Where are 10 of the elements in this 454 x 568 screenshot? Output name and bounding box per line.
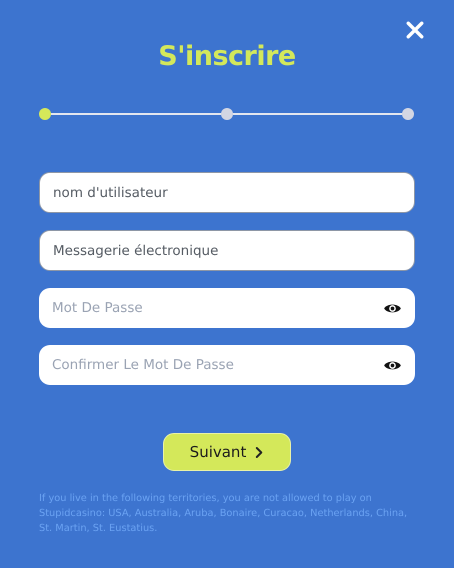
chevron-icon (255, 446, 264, 458)
input-field[interactable]: Messagerie électronique (39, 230, 415, 271)
password-field[interactable]: Confirmer Le Mot De Passe (39, 345, 415, 385)
dialog-title: S'inscrire (157, 40, 297, 74)
next-button[interactable]: Suivant (163, 433, 291, 471)
eye-icon[interactable] (383, 359, 402, 372)
eye-icon[interactable] (383, 302, 402, 315)
password-field[interactable]: Mot De Passe (39, 288, 415, 328)
close-icon[interactable] (406, 21, 424, 39)
input-field[interactable]: nom d'utilisateur (39, 172, 415, 213)
